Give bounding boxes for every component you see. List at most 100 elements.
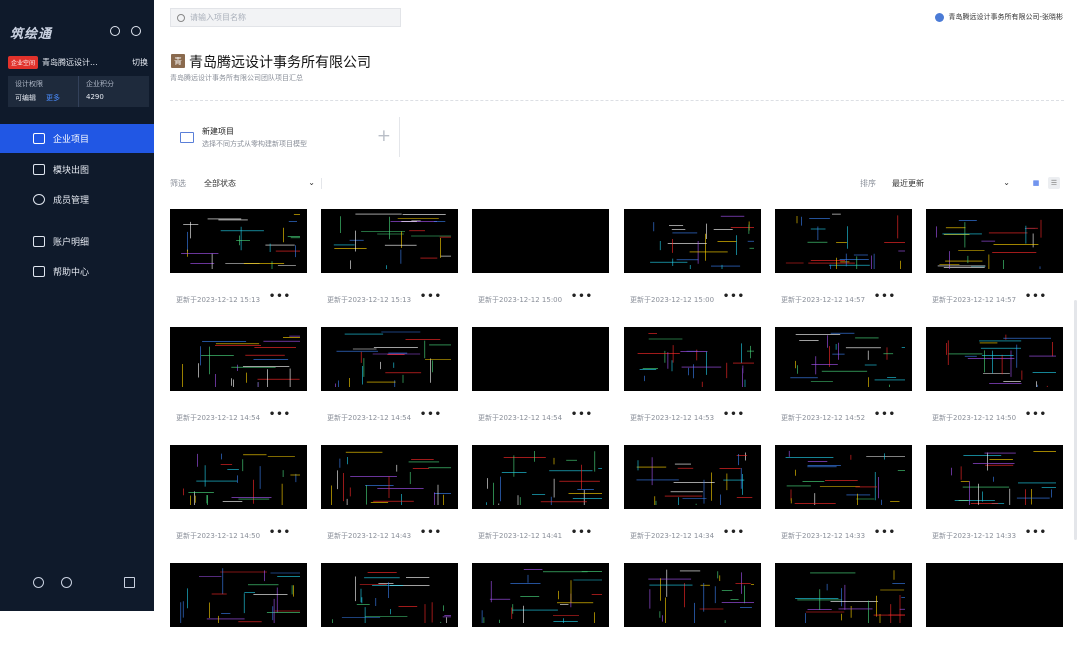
project-thumbnail[interactable] — [472, 445, 609, 509]
project-card[interactable]: 更新于2023-12-12 14:57 ••• — [775, 209, 912, 317]
more-options-icon[interactable]: ••• — [269, 291, 291, 302]
project-thumbnail[interactable] — [472, 563, 609, 627]
project-card[interactable]: 更新于2023-12-12 14:52 ••• — [775, 327, 912, 435]
project-thumbnail[interactable] — [472, 209, 609, 273]
project-card[interactable] — [926, 563, 1063, 671]
more-options-icon[interactable]: ••• — [571, 409, 593, 420]
user-icon[interactable] — [131, 26, 141, 36]
project-thumbnail[interactable] — [321, 445, 458, 509]
new-project-card[interactable]: 新建项目 选择不同方式从零构建新项目模型 + — [170, 117, 400, 157]
more-options-icon[interactable]: ••• — [874, 291, 896, 302]
updated-time: 更新于2023-12-12 15:13 — [327, 296, 412, 304]
project-thumbnail[interactable] — [926, 209, 1063, 273]
project-thumbnail[interactable] — [775, 563, 912, 627]
project-card[interactable]: 更新于2023-12-12 14:54 ••• — [472, 327, 609, 435]
more-link[interactable]: 更多 — [46, 93, 60, 103]
project-card[interactable]: 更新于2023-12-12 14:50 ••• — [926, 327, 1063, 435]
updated-time: 更新于2023-12-12 15:00 — [478, 296, 563, 304]
more-options-icon[interactable]: ••• — [723, 409, 745, 420]
project-card[interactable]: 更新于2023-12-12 14:43 ••• — [321, 445, 458, 553]
more-options-icon[interactable]: ••• — [723, 527, 745, 538]
search-input[interactable]: 请输入项目名称 — [170, 8, 401, 27]
project-thumbnail[interactable] — [170, 563, 307, 627]
sidebar: 筑绘通 企业空间 青岛腾远设计... 切换 设计权限 可编辑 更多 企业积分 42… — [0, 0, 154, 611]
heart-icon — [33, 236, 45, 247]
sort-bar: 排序 最近更新 ⌄ — [860, 178, 1010, 189]
updated-time: 更新于2023-12-12 14:52 — [781, 414, 866, 422]
project-card[interactable]: 更新于2023-12-12 14:53 ••• — [624, 327, 761, 435]
project-thumbnail[interactable] — [321, 563, 458, 627]
updated-time: 更新于2023-12-12 14:57 — [781, 296, 866, 304]
sidebar-item-projects[interactable]: 企业项目 — [0, 124, 154, 153]
grid-view-icon[interactable]: ▦ — [1030, 177, 1042, 189]
project-card[interactable]: 更新于2023-12-12 14:57 ••• — [926, 209, 1063, 317]
updated-time: 更新于2023-12-12 14:50 — [932, 414, 1017, 422]
more-options-icon[interactable]: ••• — [874, 527, 896, 538]
project-thumbnail[interactable] — [926, 327, 1063, 391]
project-thumbnail[interactable] — [170, 445, 307, 509]
more-options-icon[interactable]: ••• — [571, 291, 593, 302]
project-card[interactable]: 更新于2023-12-12 14:50 ••• — [170, 445, 307, 553]
switch-button[interactable]: 切换 — [132, 57, 148, 68]
sort-select[interactable]: 最近更新 ⌄ — [892, 178, 1010, 189]
project-thumbnail[interactable] — [926, 445, 1063, 509]
enterprise-icon: 青 — [171, 54, 185, 68]
more-options-icon[interactable]: ••• — [420, 409, 442, 420]
sidebar-item-help[interactable]: 帮助中心 — [0, 257, 154, 286]
project-card[interactable] — [472, 563, 609, 671]
more-options-icon[interactable]: ••• — [723, 291, 745, 302]
project-card[interactable] — [170, 563, 307, 671]
list-view-icon[interactable]: ☰ — [1048, 177, 1060, 189]
more-options-icon[interactable]: ••• — [269, 409, 291, 420]
project-thumbnail[interactable] — [170, 209, 307, 273]
project-card[interactable]: 更新于2023-12-12 14:54 ••• — [170, 327, 307, 435]
project-card[interactable]: 更新于2023-12-12 15:00 ••• — [472, 209, 609, 317]
project-card[interactable] — [321, 563, 458, 671]
download-icon[interactable] — [33, 577, 44, 588]
project-card[interactable] — [775, 563, 912, 671]
bell-icon[interactable] — [110, 26, 120, 36]
collapse-icon[interactable] — [124, 577, 135, 588]
status-filter-select[interactable]: 全部状态 ⌄ — [204, 178, 322, 189]
project-thumbnail[interactable] — [775, 445, 912, 509]
scrollbar[interactable] — [1074, 300, 1077, 540]
project-card[interactable]: 更新于2023-12-12 14:33 ••• — [926, 445, 1063, 553]
project-thumbnail[interactable] — [624, 209, 761, 273]
project-card[interactable]: 更新于2023-12-12 15:13 ••• — [321, 209, 458, 317]
main-content: 请输入项目名称 青岛腾远设计事务所有限公司-张晓彬 青 青岛腾远设计事务所有限公… — [154, 0, 1079, 627]
project-thumbnail[interactable] — [624, 563, 761, 627]
more-options-icon[interactable]: ••• — [1025, 409, 1047, 420]
project-card[interactable]: 更新于2023-12-12 14:54 ••• — [321, 327, 458, 435]
more-options-icon[interactable]: ••• — [571, 527, 593, 538]
more-options-icon[interactable]: ••• — [420, 291, 442, 302]
updated-time: 更新于2023-12-12 14:54 — [176, 414, 261, 422]
search-icon — [177, 13, 185, 22]
project-card[interactable]: 更新于2023-12-12 15:00 ••• — [624, 209, 761, 317]
project-thumbnail[interactable] — [926, 563, 1063, 627]
enterprise-name: 青岛腾远设计... — [42, 57, 98, 67]
more-options-icon[interactable]: ••• — [420, 527, 442, 538]
project-card[interactable]: 更新于2023-12-12 14:41 ••• — [472, 445, 609, 553]
project-thumbnail[interactable] — [170, 327, 307, 391]
project-card[interactable]: 更新于2023-12-12 15:13 ••• — [170, 209, 307, 317]
project-card[interactable] — [624, 563, 761, 671]
new-project-icon — [180, 131, 194, 143]
project-thumbnail[interactable] — [775, 209, 912, 273]
project-thumbnail[interactable] — [472, 327, 609, 391]
sidebar-item-account[interactable]: 账户明细 — [0, 227, 154, 256]
headset-icon[interactable] — [61, 577, 72, 588]
project-thumbnail[interactable] — [321, 209, 458, 273]
project-thumbnail[interactable] — [775, 327, 912, 391]
user-account[interactable]: 青岛腾远设计事务所有限公司-张晓彬 — [935, 12, 1063, 22]
project-thumbnail[interactable] — [624, 445, 761, 509]
more-options-icon[interactable]: ••• — [1025, 527, 1047, 538]
more-options-icon[interactable]: ••• — [874, 409, 896, 420]
project-card[interactable]: 更新于2023-12-12 14:34 ••• — [624, 445, 761, 553]
project-card[interactable]: 更新于2023-12-12 14:33 ••• — [775, 445, 912, 553]
sidebar-item-members[interactable]: 成员管理 — [0, 185, 154, 214]
project-thumbnail[interactable] — [624, 327, 761, 391]
sidebar-item-module-output[interactable]: 模块出图 — [0, 155, 154, 184]
more-options-icon[interactable]: ••• — [1025, 291, 1047, 302]
project-thumbnail[interactable] — [321, 327, 458, 391]
more-options-icon[interactable]: ••• — [269, 527, 291, 538]
